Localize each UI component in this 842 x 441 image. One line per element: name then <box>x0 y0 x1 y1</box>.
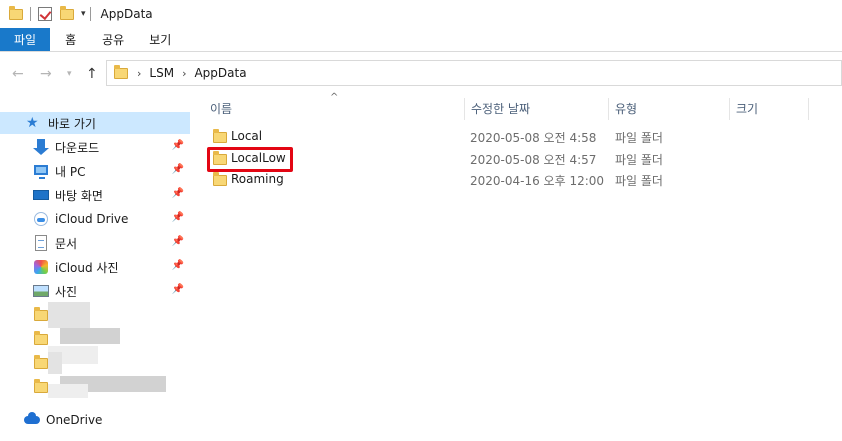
ribbon-tabs: 파일 홈 공유 보기 <box>0 28 842 52</box>
folder-icon <box>212 172 228 188</box>
folder-icon <box>33 379 49 395</box>
title-separator <box>89 7 91 21</box>
pin-icon[interactable]: 📌 <box>172 284 184 295</box>
file-type: 파일 폴더 <box>615 174 663 188</box>
file-date: 2020-05-08 오전 4:57 <box>470 153 597 167</box>
pixelated-redaction <box>48 384 88 398</box>
tab-share[interactable]: 공유 <box>89 28 137 51</box>
file-date: 2020-05-08 오전 4:58 <box>470 131 597 145</box>
pixelated-redaction <box>60 328 120 344</box>
sidebar-item-label: 다운로드 <box>55 140 100 155</box>
breadcrumb-appdata[interactable]: AppData <box>194 66 246 80</box>
folder-icon[interactable] <box>8 6 24 22</box>
breadcrumb-chevron-icon[interactable]: › <box>137 67 141 80</box>
up-arrow-icon[interactable]: ↑ <box>86 66 98 82</box>
sidebar-item-label: 문서 <box>55 236 78 251</box>
download-icon <box>33 139 49 155</box>
recent-locations-dropdown-icon[interactable]: ▾ <box>67 69 72 79</box>
tab-home[interactable]: 홈 <box>50 28 89 51</box>
file-row-roaming[interactable]: Roaming 2020-04-16 오후 12:00 파일 폴더 <box>204 169 842 191</box>
pin-icon[interactable]: 📌 <box>172 164 184 175</box>
file-type: 파일 폴더 <box>615 131 663 145</box>
file-date: 2020-04-16 오후 12:00 <box>470 174 605 188</box>
sidebar-item-icloud-drive[interactable]: iCloud Drive 📌 <box>0 208 190 230</box>
customize-toolbar-dropdown-icon[interactable]: ▾ <box>81 9 86 19</box>
column-header-name[interactable]: 이름 <box>210 96 232 120</box>
file-type: 파일 폴더 <box>615 153 663 167</box>
sidebar-item-label: 바탕 화면 <box>55 188 103 203</box>
pixelated-redaction <box>48 302 90 328</box>
window-title: AppData <box>100 7 153 21</box>
file-row-local[interactable]: Local 2020-05-08 오전 4:58 파일 폴더 <box>204 126 842 148</box>
folder-icon <box>33 355 49 371</box>
forward-arrow-icon[interactable]: → <box>40 66 52 82</box>
sidebar-item-desktop[interactable]: 바탕 화면 📌 <box>0 184 190 206</box>
sidebar-item-label: iCloud 사진 <box>55 260 119 275</box>
sidebar-item-downloads[interactable]: 다운로드 📌 <box>0 136 190 158</box>
breadcrumb-lsm[interactable]: LSM <box>149 66 174 80</box>
pictures-icon <box>33 283 49 299</box>
sidebar-item-onedrive[interactable]: OneDrive <box>0 409 190 431</box>
file-name: Local <box>231 129 263 143</box>
pin-icon[interactable]: 📌 <box>172 188 184 199</box>
column-divider[interactable] <box>608 98 609 120</box>
properties-check-icon[interactable] <box>37 6 53 22</box>
desktop-icon <box>33 187 49 203</box>
pin-icon[interactable]: 📌 <box>172 260 184 271</box>
sidebar-item-label: iCloud Drive <box>55 212 129 226</box>
computer-icon <box>33 163 49 179</box>
sidebar-item-label: 내 PC <box>55 164 86 179</box>
title-bar: ▾ AppData <box>0 0 842 28</box>
sidebar-item-icloud-photos[interactable]: iCloud 사진 📌 <box>0 256 190 278</box>
highlight-box <box>207 147 293 172</box>
file-name: Roaming <box>231 172 284 186</box>
folder-icon <box>113 65 129 81</box>
star-icon: ★ <box>26 115 39 131</box>
navigation-pane: ★ 바로 가기 다운로드 📌 내 PC 📌 바탕 화면 📌 iCloud Dri… <box>0 96 190 441</box>
column-header-date[interactable]: 수정한 날짜 <box>471 96 530 120</box>
sidebar-item-label: OneDrive <box>46 413 103 427</box>
pin-icon[interactable]: 📌 <box>172 212 184 223</box>
quick-access-separator <box>30 7 31 21</box>
folder-icon <box>33 307 49 323</box>
column-divider[interactable] <box>729 98 730 120</box>
icloud-drive-icon <box>33 211 49 227</box>
column-header-size[interactable]: 크기 <box>736 96 758 120</box>
new-folder-icon[interactable] <box>59 6 75 22</box>
sidebar-item-pictures[interactable]: 사진 📌 <box>0 280 190 302</box>
tab-file[interactable]: 파일 <box>0 28 51 51</box>
tab-view[interactable]: 보기 <box>137 28 183 51</box>
folder-icon <box>212 129 228 145</box>
sidebar-item-label: 사진 <box>55 284 78 299</box>
back-arrow-icon[interactable]: ← <box>12 66 24 82</box>
column-divider[interactable] <box>464 98 465 120</box>
file-row-locallow[interactable]: LocalLow 2020-05-08 오전 4:57 파일 폴더 <box>204 148 842 170</box>
onedrive-cloud-icon <box>24 412 40 428</box>
breadcrumb-chevron-icon[interactable]: › <box>182 67 186 80</box>
folder-icon <box>33 331 49 347</box>
icloud-photos-icon <box>33 259 49 275</box>
sidebar-item-this-pc[interactable]: 내 PC 📌 <box>0 160 190 182</box>
sidebar-item-label: 바로 가기 <box>48 116 96 131</box>
documents-icon <box>33 235 49 251</box>
sort-ascending-icon: ^ <box>330 92 339 103</box>
column-header-type[interactable]: 유형 <box>615 96 637 120</box>
pin-icon[interactable]: 📌 <box>172 140 184 151</box>
address-bar[interactable]: › LSM › AppData <box>106 60 842 86</box>
sidebar-item-redacted[interactable] <box>0 304 190 326</box>
column-divider[interactable] <box>808 98 809 120</box>
sidebar-item-documents[interactable]: 문서 📌 <box>0 232 190 254</box>
sidebar-item-quick-access[interactable]: ★ 바로 가기 <box>0 112 190 134</box>
pixelated-redaction <box>48 352 62 374</box>
pin-icon[interactable]: 📌 <box>172 236 184 247</box>
